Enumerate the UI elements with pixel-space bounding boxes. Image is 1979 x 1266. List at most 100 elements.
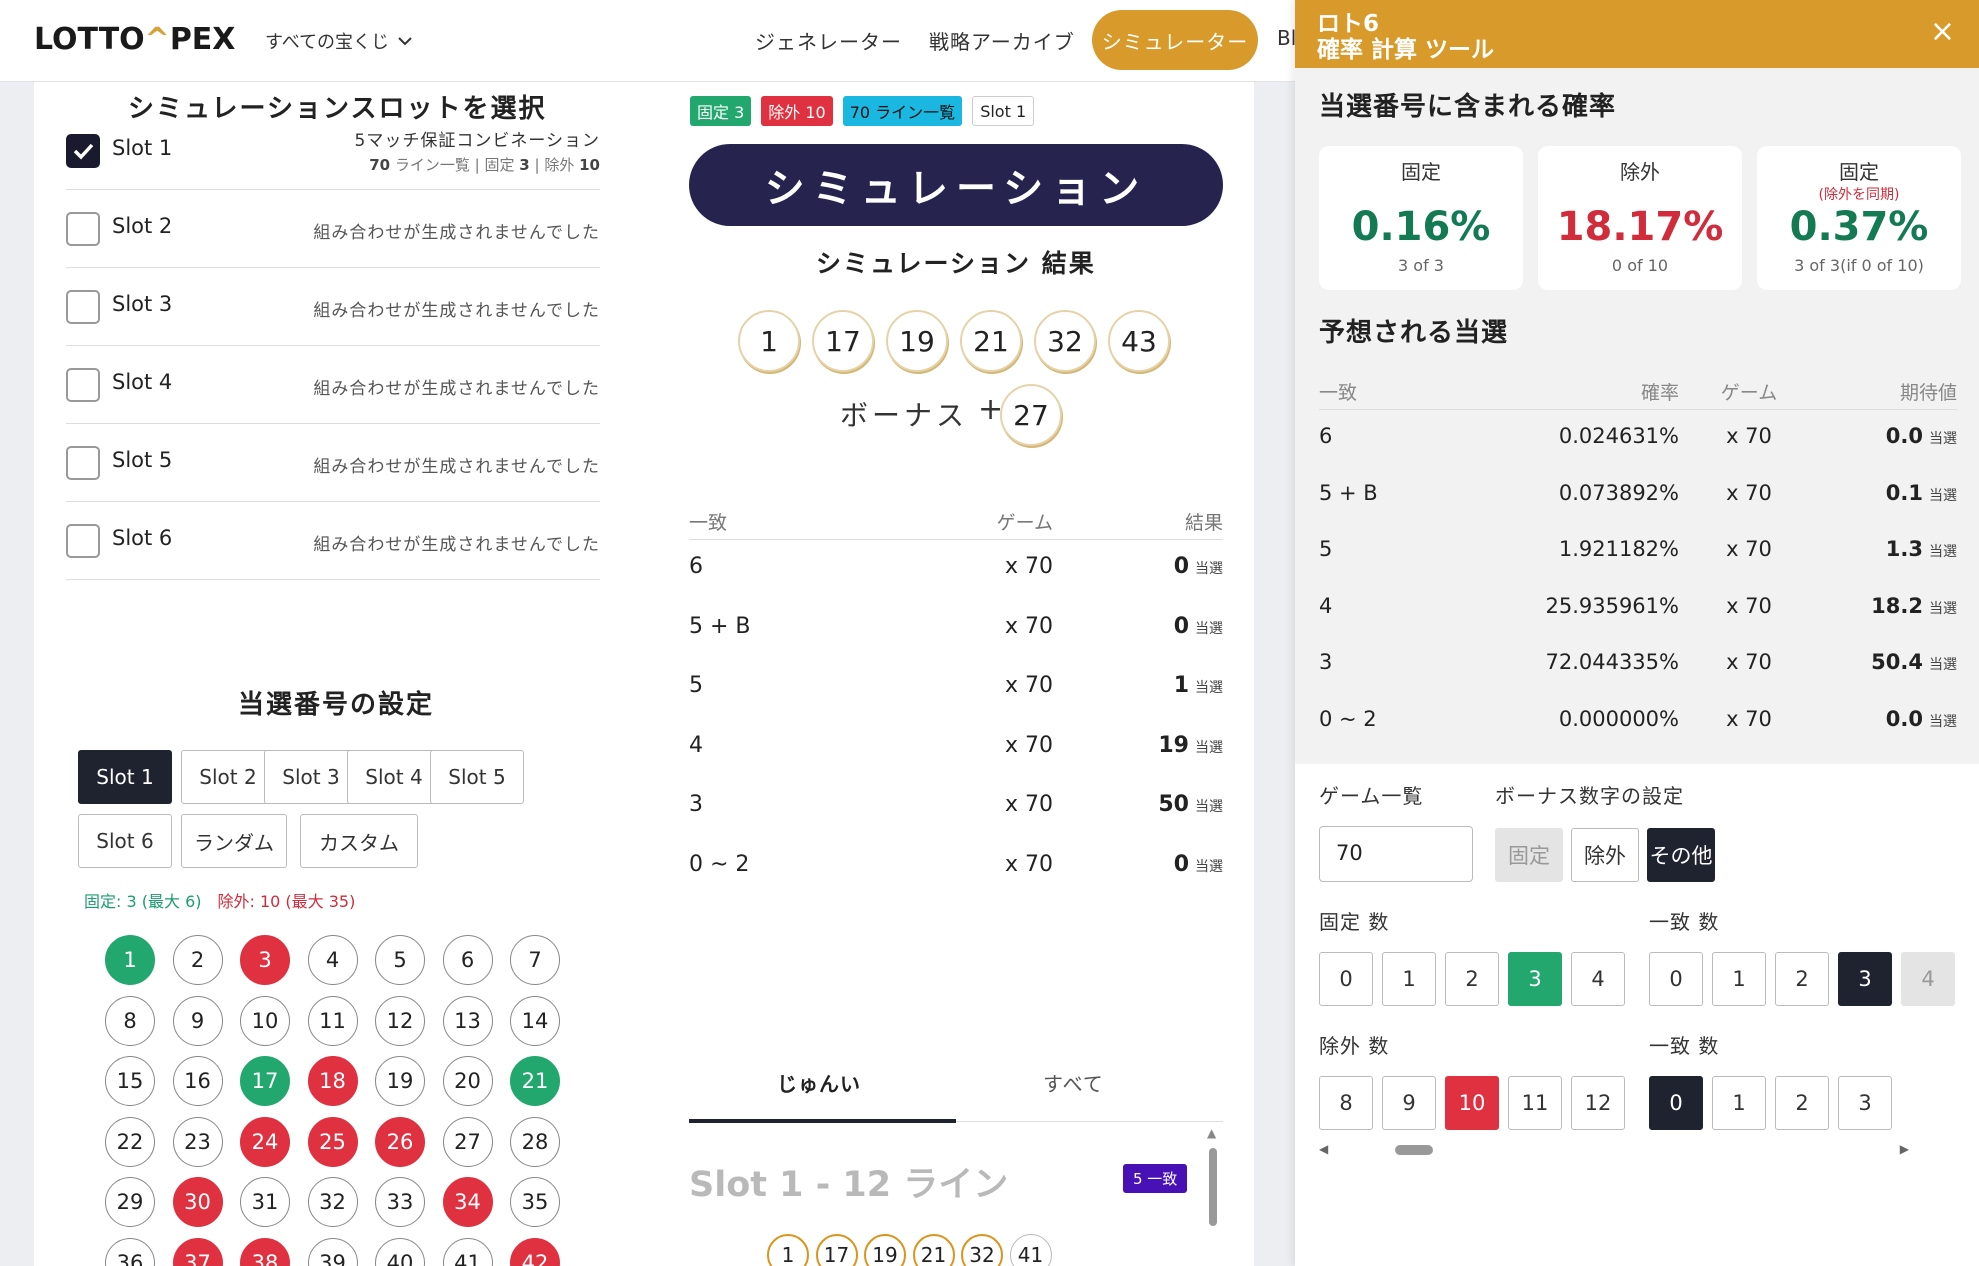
- number-ball[interactable]: 12: [375, 995, 425, 1046]
- number-ball[interactable]: 11: [307, 995, 358, 1046]
- match-count-button-2[interactable]: 3: [1838, 1076, 1892, 1130]
- number-ball[interactable]: 15: [105, 1056, 155, 1106]
- slot-row[interactable]: Slot 2 組み合わせが生成されませんでした: [66, 190, 600, 268]
- number-ball[interactable]: 20: [442, 1056, 493, 1106]
- number-ball[interactable]: 7: [510, 935, 560, 985]
- number-ball[interactable]: 3: [240, 935, 290, 985]
- number-ball[interactable]: 35: [510, 1177, 560, 1227]
- winning-select-button[interactable]: Slot 2: [181, 750, 275, 804]
- excluded-count-button[interactable]: 11: [1508, 1076, 1562, 1130]
- number-ball[interactable]: 34: [442, 1177, 493, 1227]
- match-count-button-2[interactable]: 1: [1712, 1076, 1766, 1130]
- number-ball[interactable]: 22: [105, 1116, 155, 1167]
- slot-row[interactable]: Slot 1 5マッチ保証コンビネーション 70 ライン一覧 | 固定 3 | 除外…: [66, 112, 600, 190]
- bonus-option-button[interactable]: 固定: [1495, 828, 1563, 882]
- number-ball[interactable]: 39: [307, 1237, 358, 1266]
- fixed-count-button[interactable]: 2: [1445, 952, 1499, 1006]
- number-ball[interactable]: 31: [240, 1177, 290, 1227]
- excluded-count-button[interactable]: 10: [1445, 1076, 1499, 1130]
- winning-select-button[interactable]: Slot 6: [78, 814, 172, 868]
- number-ball[interactable]: 18: [307, 1056, 358, 1106]
- number-ball[interactable]: 33: [375, 1177, 425, 1227]
- winning-select-button[interactable]: ランダム: [181, 814, 287, 868]
- tab-all[interactable]: すべて: [1043, 1068, 1104, 1097]
- match-count-button[interactable]: 3: [1838, 952, 1892, 1006]
- match-count-button[interactable]: 4: [1901, 952, 1955, 1006]
- winning-select-button[interactable]: Slot 4: [347, 750, 441, 804]
- match-count-button[interactable]: 0: [1649, 952, 1703, 1006]
- number-ball[interactable]: 40: [375, 1237, 425, 1266]
- fixed-count-button[interactable]: 0: [1319, 952, 1373, 1006]
- winning-select-button[interactable]: Slot 5: [430, 750, 524, 804]
- winning-select-button[interactable]: Slot 1: [78, 750, 172, 804]
- games-input[interactable]: 70: [1319, 826, 1473, 882]
- number-ball[interactable]: 36: [105, 1237, 155, 1266]
- slot-checkbox[interactable]: [66, 134, 100, 168]
- simulate-button[interactable]: シミュレーション: [689, 144, 1223, 226]
- number-ball[interactable]: 5: [375, 935, 425, 985]
- number-ball[interactable]: 9: [172, 995, 223, 1046]
- number-ball[interactable]: 10: [240, 995, 290, 1046]
- number-ball[interactable]: 13: [442, 995, 493, 1046]
- bonus-option-button[interactable]: 除外: [1571, 828, 1639, 882]
- number-ball[interactable]: 27: [442, 1116, 493, 1167]
- hscroll-thumb[interactable]: [1395, 1145, 1433, 1155]
- scroll-right-icon[interactable]: ▶: [1900, 1142, 1909, 1156]
- number-ball[interactable]: 32: [307, 1177, 358, 1227]
- scroll-thumb[interactable]: [1209, 1148, 1217, 1226]
- slot-row[interactable]: Slot 3 組み合わせが生成されませんでした: [66, 268, 600, 346]
- number-ball[interactable]: 28: [510, 1116, 560, 1167]
- number-ball[interactable]: 17: [240, 1056, 290, 1106]
- number-ball[interactable]: 41: [442, 1237, 493, 1266]
- slot-row[interactable]: Slot 6 組み合わせが生成されませんでした: [66, 502, 600, 580]
- number-ball[interactable]: 21: [510, 1056, 560, 1106]
- slot-checkbox[interactable]: [66, 368, 100, 402]
- fixed-count-button[interactable]: 1: [1382, 952, 1436, 1006]
- fixed-count-button[interactable]: 3: [1508, 952, 1562, 1006]
- tab-ranking[interactable]: じゅんい: [777, 1068, 861, 1097]
- nav-generator[interactable]: ジェネレーター: [755, 26, 902, 55]
- number-ball[interactable]: 2: [172, 935, 223, 985]
- nav-simulator[interactable]: シミュレーター: [1092, 10, 1258, 70]
- number-ball[interactable]: 14: [510, 995, 560, 1046]
- number-ball[interactable]: 24: [240, 1116, 290, 1167]
- slot-row[interactable]: Slot 4 組み合わせが生成されませんでした: [66, 346, 600, 424]
- number-ball[interactable]: 23: [172, 1116, 223, 1167]
- excluded-count-button[interactable]: 8: [1319, 1076, 1373, 1130]
- slot-checkbox[interactable]: [66, 446, 100, 480]
- number-ball[interactable]: 30: [172, 1177, 223, 1227]
- match-count-button[interactable]: 1: [1712, 952, 1766, 1006]
- slot-checkbox[interactable]: [66, 212, 100, 246]
- number-ball[interactable]: 38: [240, 1237, 290, 1266]
- number-ball[interactable]: 25: [307, 1116, 358, 1167]
- number-ball[interactable]: 4: [307, 935, 358, 985]
- number-ball[interactable]: 6: [442, 935, 493, 985]
- number-ball[interactable]: 42: [510, 1237, 560, 1266]
- scroll-up-icon[interactable]: ▲: [1207, 1126, 1216, 1140]
- number-ball[interactable]: 29: [105, 1177, 155, 1227]
- winning-select-button[interactable]: Slot 3: [264, 750, 358, 804]
- close-icon[interactable]: ×: [1930, 14, 1955, 49]
- number-ball[interactable]: 26: [375, 1116, 425, 1167]
- match-count-button-2[interactable]: 0: [1649, 1076, 1703, 1130]
- nav-strategy-archive[interactable]: 戦略アーカイブ: [929, 26, 1075, 55]
- nav-blog-cut[interactable]: Bl: [1277, 26, 1296, 50]
- lottery-select[interactable]: すべての宝くじ: [265, 28, 415, 54]
- number-ball[interactable]: 37: [172, 1237, 223, 1266]
- excluded-count-button[interactable]: 9: [1382, 1076, 1436, 1130]
- match-count-button[interactable]: 2: [1775, 952, 1829, 1006]
- slot-checkbox[interactable]: [66, 524, 100, 558]
- scroll-left-icon[interactable]: ◀: [1319, 1142, 1328, 1156]
- slot-row[interactable]: Slot 5 組み合わせが生成されませんでした: [66, 424, 600, 502]
- number-ball[interactable]: 1: [105, 935, 155, 985]
- number-ball[interactable]: 19: [375, 1056, 425, 1106]
- number-ball[interactable]: 16: [172, 1056, 223, 1106]
- winning-select-button[interactable]: カスタム: [300, 814, 418, 868]
- site-logo[interactable]: LOTTO^PEX: [34, 22, 235, 57]
- excluded-count-button[interactable]: 12: [1571, 1076, 1625, 1130]
- slot-checkbox[interactable]: [66, 290, 100, 324]
- number-ball[interactable]: 8: [105, 995, 155, 1046]
- fixed-count-button[interactable]: 4: [1571, 952, 1625, 1006]
- bonus-option-button[interactable]: その他: [1647, 828, 1715, 882]
- match-count-button-2[interactable]: 2: [1775, 1076, 1829, 1130]
